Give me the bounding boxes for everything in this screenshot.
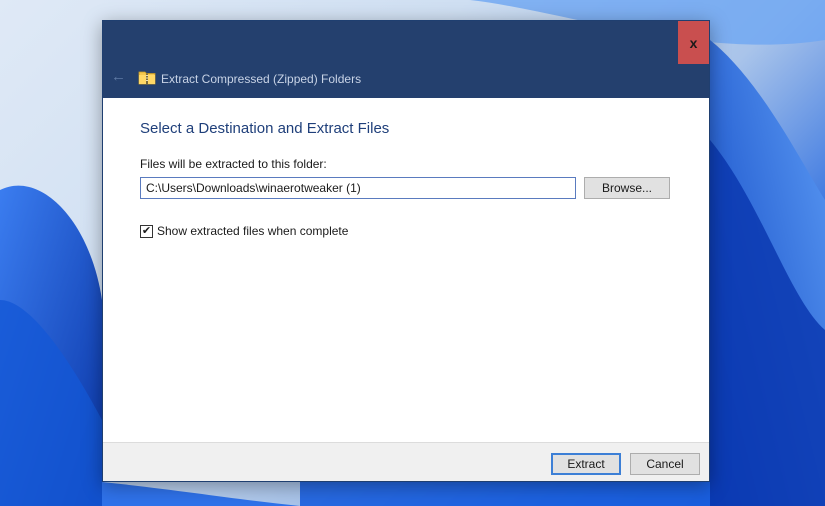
window-title: Extract Compressed (Zipped) Folders [161, 72, 362, 86]
show-files-label: Show extracted files when complete [157, 224, 349, 238]
close-icon: x [689, 34, 698, 51]
cancel-button[interactable]: Cancel [630, 453, 700, 475]
zipped-folder-icon [138, 71, 156, 85]
extract-button[interactable]: Extract [551, 453, 621, 475]
title-bar: x ← Extract Compressed (Zipped) Folders [103, 21, 709, 98]
show-files-checkbox-row[interactable]: ✔ Show extracted files when complete [140, 224, 348, 238]
destination-path-input[interactable] [140, 177, 576, 199]
show-files-checkbox[interactable]: ✔ [140, 224, 153, 238]
checkmark-icon: ✔ [141, 224, 152, 237]
desktop: x ← Extract Compressed (Zipped) Folders … [0, 0, 825, 506]
close-button[interactable]: x [678, 21, 709, 64]
dialog-content: Select a Destination and Extract Files F… [103, 98, 709, 442]
dialog-footer: Extract Cancel [103, 442, 709, 481]
destination-label: Files will be extracted to this folder: [140, 157, 327, 171]
extract-dialog: x ← Extract Compressed (Zipped) Folders … [102, 20, 710, 482]
browse-button[interactable]: Browse... [584, 177, 670, 199]
back-arrow-icon[interactable]: ← [111, 69, 127, 85]
page-heading: Select a Destination and Extract Files [140, 120, 390, 137]
